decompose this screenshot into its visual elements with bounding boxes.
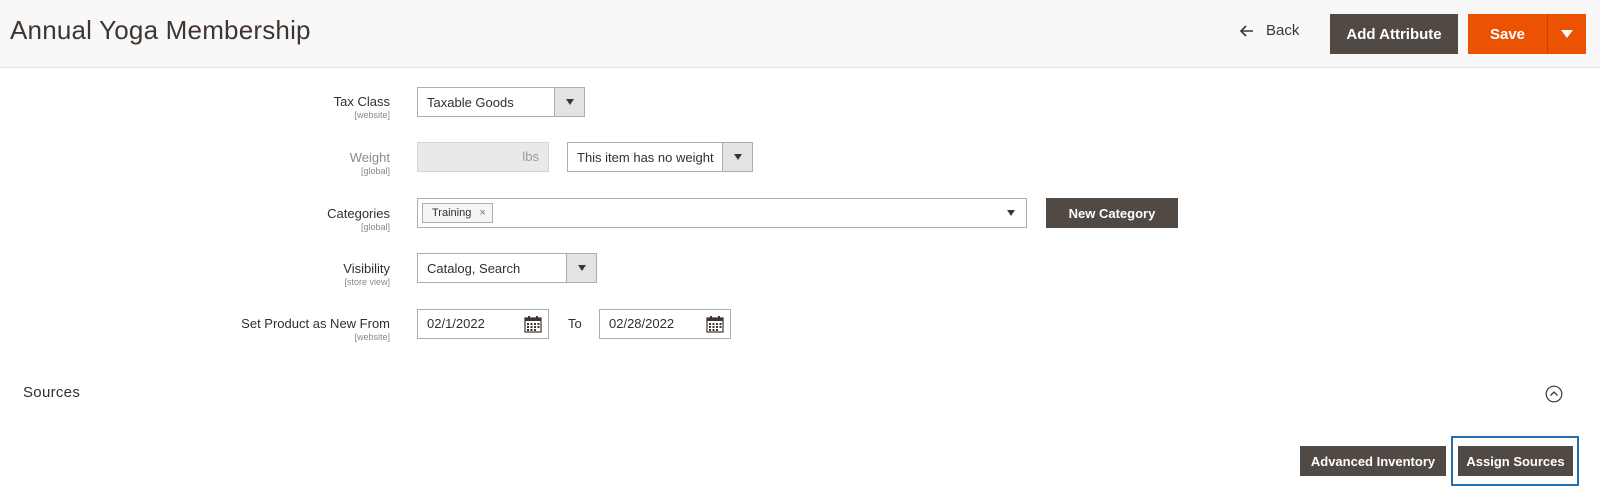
save-button[interactable]: Save (1468, 14, 1548, 54)
dropdown-arrow-icon (722, 143, 752, 171)
weight-label-text: Weight (349, 150, 390, 165)
visibility-label-text: Visibility (343, 261, 390, 276)
categories-label: Categories [global] (0, 206, 390, 232)
advanced-inventory-button[interactable]: Advanced Inventory (1300, 446, 1446, 476)
tax-class-scope: [website] (354, 110, 390, 120)
dropdown-arrow-icon (566, 254, 596, 282)
dropdown-arrow-icon (996, 199, 1026, 227)
calendar-icon[interactable] (706, 315, 724, 333)
sources-section-title[interactable]: Sources (23, 384, 80, 401)
remove-tag-icon[interactable]: × (479, 207, 485, 219)
save-options-toggle[interactable] (1548, 14, 1586, 54)
new-from-date-input[interactable]: 02/1/2022 (417, 309, 549, 339)
weight-input[interactable]: lbs (417, 142, 549, 172)
visibility-label: Visibility [store view] (0, 261, 390, 287)
weight-type-value: This item has no weight (577, 149, 714, 165)
calendar-icon[interactable] (524, 315, 542, 333)
categories-multiselect[interactable]: Training × (417, 198, 1027, 228)
weight-unit: lbs (522, 149, 539, 164)
back-button[interactable]: Back (1240, 22, 1299, 39)
arrow-left-icon (1240, 24, 1253, 37)
assign-sources-button[interactable]: Assign Sources (1458, 446, 1573, 476)
back-label: Back (1266, 22, 1300, 39)
to-label: To (568, 316, 582, 331)
visibility-select[interactable]: Catalog, Search (417, 253, 597, 283)
weight-type-select[interactable]: This item has no weight (567, 142, 753, 172)
dropdown-arrow-icon (554, 88, 584, 116)
page-title: Annual Yoga Membership (10, 15, 311, 45)
tax-class-label-text: Tax Class (333, 94, 390, 109)
new-from-label-text: Set Product as New From (241, 316, 390, 331)
save-split-button: Save (1468, 14, 1586, 54)
page-header: Annual Yoga Membership Back Add Attribut… (0, 0, 1600, 68)
tax-class-select[interactable]: Taxable Goods (417, 87, 585, 117)
weight-label: Weight [global] (0, 150, 390, 176)
new-from-scope: [website] (354, 332, 390, 342)
new-to-date-input[interactable]: 02/28/2022 (599, 309, 731, 339)
add-attribute-button[interactable]: Add Attribute (1330, 14, 1458, 54)
weight-scope: [global] (360, 166, 390, 176)
visibility-scope: [store view] (344, 277, 390, 287)
tax-class-value: Taxable Goods (427, 94, 514, 110)
category-tag: Training × (422, 203, 493, 223)
new-from-label: Set Product as New From [website] (0, 316, 390, 342)
new-category-button[interactable]: New Category (1046, 198, 1178, 228)
categories-label-text: Categories (327, 206, 390, 221)
category-tag-label: Training (432, 207, 472, 219)
visibility-value: Catalog, Search (427, 260, 521, 276)
new-to-date-value: 02/28/2022 (609, 316, 675, 331)
tax-class-label: Tax Class [website] (0, 94, 390, 120)
collapse-section-icon[interactable] (1545, 385, 1563, 403)
categories-scope: [global] (360, 222, 390, 232)
caret-down-icon (1561, 30, 1573, 38)
new-from-date-value: 02/1/2022 (427, 316, 485, 331)
